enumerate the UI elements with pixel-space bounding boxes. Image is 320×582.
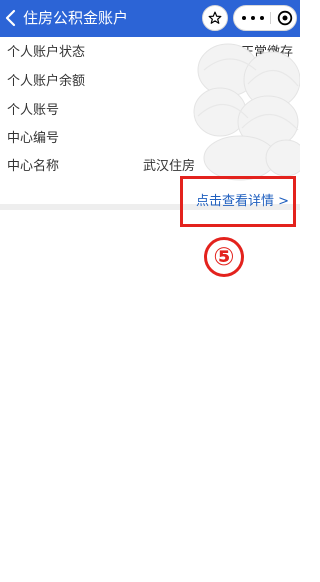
target-circle-icon [277,10,293,26]
title-bar: 住房公积金账户 [0,0,300,37]
step-number-badge: ⑤ [204,237,244,277]
page-title: 住房公积金账户 [23,9,129,27]
row-label-status: 个人账户状态 [7,45,86,60]
star-icon [208,11,222,24]
row-label-center-id: 中心编号 [7,131,60,146]
highlight-box [180,176,296,227]
favorite-button[interactable] [202,5,228,31]
more-button[interactable] [242,6,264,30]
row-label-balance: 个人账户余额 [7,74,86,89]
close-button[interactable] [277,10,293,26]
more-dot [260,16,264,20]
row-label-center-name: 中心名称 [7,159,60,174]
capsule-divider [270,12,271,24]
cloud-watermark-icon [193,43,300,181]
row-value-center-name: 武汉住房 [143,159,196,174]
back-button[interactable] [3,8,21,28]
row-label-account-no: 个人账号 [7,103,60,118]
more-dots-icon [242,16,246,20]
chevron-left-icon [5,9,16,27]
more-dot [251,16,255,20]
mini-program-capsule [233,5,297,31]
